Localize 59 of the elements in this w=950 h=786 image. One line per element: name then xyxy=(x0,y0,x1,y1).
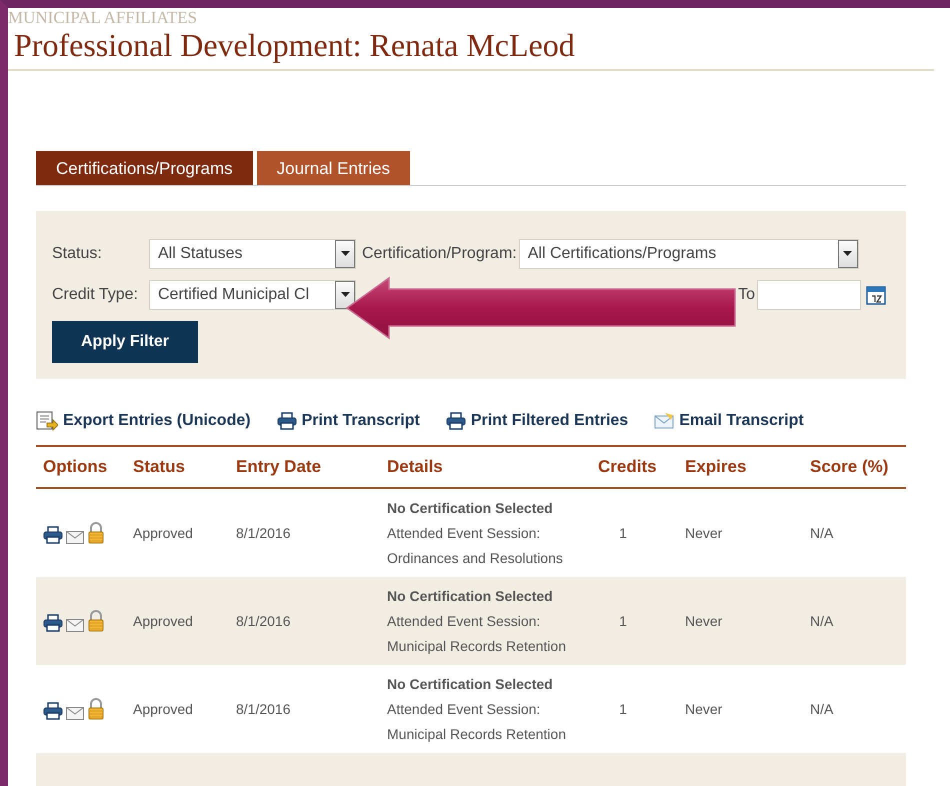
table-cell-text: Approved xyxy=(132,701,194,717)
tab[interactable]: Journal Entries xyxy=(256,151,410,185)
caret-icon xyxy=(340,251,350,257)
printer-icon xyxy=(276,412,297,430)
caret-icon xyxy=(340,292,350,298)
table-cell-text: N/A xyxy=(809,701,834,717)
column-header: Entry Date xyxy=(235,456,322,478)
printer-icon xyxy=(446,412,466,430)
tab[interactable]: Certifications/Programs xyxy=(36,151,253,185)
table-cell-text: 1 xyxy=(618,525,628,541)
field-label: Certification/Program: xyxy=(362,245,517,263)
table-cell-text: 8/1/2016 xyxy=(235,525,292,541)
table-cell-text: N/A xyxy=(809,613,834,629)
site-name: MUNICIPAL AFFILIATES xyxy=(8,8,198,27)
action-link[interactable]: Export Entries (Unicode) xyxy=(63,412,251,430)
column-header: Details xyxy=(386,456,444,478)
table-cell-text: Approved xyxy=(132,613,194,629)
field-label: Status: xyxy=(52,245,103,263)
envelope-icon xyxy=(654,412,674,430)
lock-icon xyxy=(87,610,105,632)
table-cell-text: Never xyxy=(684,701,724,717)
table-cell-text: Never xyxy=(684,613,724,629)
field-label: To xyxy=(738,286,755,304)
table-cell-text: 1 xyxy=(618,613,628,629)
action-link[interactable]: Email Transcript xyxy=(679,412,804,430)
table-cell-text: 1 xyxy=(618,701,628,717)
table-cell-text: 8/1/2016 xyxy=(235,613,292,629)
entry-details: Attended Event Session: Ordinances and Resolutions xyxy=(387,524,564,568)
certification-name: No Certification Selected xyxy=(387,674,554,694)
apply-filter-button[interactable]: Apply Filter xyxy=(52,321,198,363)
field-label: Credit Type: xyxy=(52,286,139,304)
lock-icon xyxy=(87,698,105,720)
document-icon xyxy=(36,411,58,431)
column-header: Credits xyxy=(597,456,658,478)
caret-icon xyxy=(843,251,852,257)
action-link[interactable]: Print Transcript xyxy=(302,412,420,430)
printer-icon[interactable] xyxy=(43,526,63,544)
printer-icon[interactable] xyxy=(43,614,63,632)
column-header: Expires xyxy=(684,456,748,478)
printer-icon[interactable] xyxy=(43,702,63,720)
date-field[interactable] xyxy=(757,280,861,310)
action-link[interactable]: Print Filtered Entries xyxy=(470,412,628,430)
lock-icon xyxy=(87,522,105,544)
entry-details: Attended Event Session: Municipal Records Retention xyxy=(387,700,567,744)
column-header: Score (%) xyxy=(809,456,890,478)
table-cell-text: 8/1/2016 xyxy=(235,701,292,717)
status-dropdown[interactable]: All Statuses xyxy=(149,239,356,269)
certification-name: No Certification Selected xyxy=(387,498,554,518)
program-dropdown[interactable]: All Certifications/Programs xyxy=(518,239,859,269)
certification-name: No Certification Selected xyxy=(387,586,554,606)
column-header: Options xyxy=(42,456,108,478)
entry-details: Attended Event Session: Municipal Records Retention xyxy=(387,612,567,656)
table-cell-text: Never xyxy=(684,525,724,541)
credit-type-dropdown[interactable]: Certified Municipal Cl xyxy=(149,280,356,310)
page-title: Professional Development: Renata McLeod xyxy=(13,27,576,63)
table-cell-text: Approved xyxy=(132,525,194,541)
column-header: Status xyxy=(132,456,186,478)
table-cell-text: N/A xyxy=(809,525,834,541)
calendar-icon[interactable] xyxy=(866,285,886,305)
